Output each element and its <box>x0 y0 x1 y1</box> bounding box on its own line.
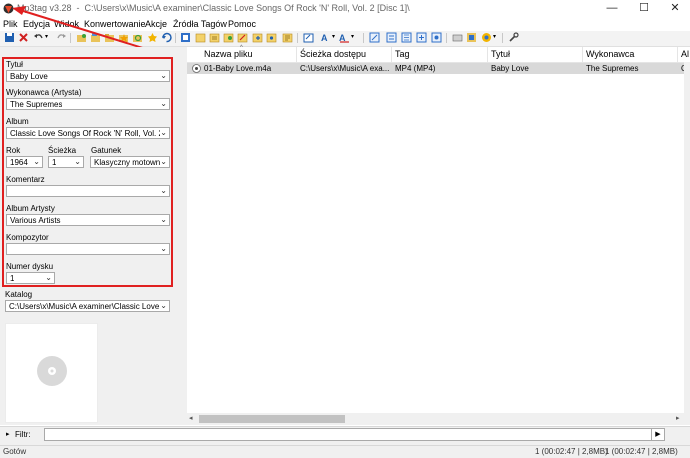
tools-icon[interactable] <box>508 32 519 43</box>
status-ready: Gotów <box>3 447 27 456</box>
toolbar-separator <box>70 33 71 43</box>
web-dropdown-icon[interactable]: ▾ <box>493 33 496 40</box>
cell-filename: 01-Baby Love.m4a <box>204 64 272 73</box>
play-icon: ▶ <box>655 431 661 438</box>
favorites-icon[interactable] <box>118 32 129 43</box>
filter-apply-button[interactable]: ▶ <box>651 428 665 441</box>
status-selected: 1 (00:02:47 | 2,8MB) <box>535 447 608 456</box>
undo-icon[interactable] <box>33 32 44 43</box>
minimize-button[interactable]: — <box>597 0 627 17</box>
delete-icon[interactable] <box>18 32 29 43</box>
close-button[interactable]: ✕ <box>660 0 690 17</box>
highlight-box <box>2 57 173 287</box>
cell-tag: MP4 (MP4) <box>395 64 436 73</box>
tag-tag-icon[interactable]: A <box>321 32 332 43</box>
app-title: Mp3tag v3.28 <box>17 3 72 13</box>
directory-field[interactable]: C:\Users\x\Music\A examiner\Classic Love… <box>5 300 170 312</box>
filter-icon[interactable] <box>401 32 412 43</box>
directory-label: Katalog <box>5 290 33 299</box>
column-divider[interactable] <box>296 47 297 62</box>
menu-edit[interactable]: Edycja <box>23 19 50 29</box>
column-divider[interactable] <box>391 47 392 62</box>
file-list[interactable] <box>187 47 690 425</box>
web-icon[interactable] <box>481 32 492 43</box>
actions-icon[interactable] <box>431 32 442 43</box>
status-total: 1 (00:02:47 | 2,8MB) <box>605 447 678 456</box>
column-divider[interactable] <box>487 47 488 62</box>
filter-side-icon[interactable]: ▸ <box>6 430 10 438</box>
menu-help[interactable]: Pomoc <box>228 19 256 29</box>
menu-view[interactable]: Widok <box>54 19 79 29</box>
column-divider[interactable] <box>582 47 583 62</box>
column-header[interactable]: Tytuł <box>491 49 510 59</box>
menu-file[interactable]: Plik <box>3 19 18 29</box>
cell-artist: The Supremes <box>586 64 639 73</box>
text-tag-icon[interactable] <box>303 32 314 43</box>
add-dir-icon[interactable] <box>90 32 101 43</box>
toolbar-separator <box>363 33 364 43</box>
column-header[interactable]: Ścieżka dostępu <box>300 49 366 59</box>
app-icon <box>3 3 14 14</box>
toolbar-separator <box>175 33 176 43</box>
change-dir-icon[interactable] <box>76 32 87 43</box>
svg-text:A: A <box>321 33 328 43</box>
case-dropdown-icon[interactable]: ▾ <box>332 33 335 40</box>
redo-icon[interactable] <box>56 32 67 43</box>
column-header[interactable]: Wykonawca <box>586 49 634 59</box>
globe-icon[interactable] <box>369 32 380 43</box>
directory-value: C:\Users\x\Music\A examiner\Classic Love… <box>9 302 159 311</box>
cd-icon <box>37 356 67 386</box>
scroll-left-icon[interactable]: ◂ <box>189 414 193 422</box>
filter-input[interactable] <box>44 428 660 441</box>
toolbar-separator <box>297 33 298 43</box>
folder-add-icon[interactable] <box>180 32 191 43</box>
toolbar-separator <box>502 33 503 43</box>
filter-label: Filtr: <box>15 430 31 439</box>
cell-path: C:\Users\x\Music\A exa... <box>300 64 389 73</box>
column-header[interactable]: Nazwa pliku <box>204 49 253 59</box>
audio-file-icon <box>192 64 201 73</box>
export-icon[interactable] <box>252 32 263 43</box>
maximize-button[interactable]: ☐ <box>629 0 659 17</box>
chevron-down-icon[interactable]: ⌄ <box>160 301 167 310</box>
freedb-icon[interactable]: A <box>339 32 350 43</box>
column-header[interactable]: Tag <box>395 49 410 59</box>
folder-tree-icon[interactable] <box>195 32 206 43</box>
undo-dropdown-icon[interactable]: ▾ <box>45 33 48 40</box>
folder-icon[interactable] <box>104 32 115 43</box>
folder-open-icon[interactable] <box>161 32 172 43</box>
list-icon[interactable] <box>416 32 427 43</box>
playlist-icon[interactable] <box>209 32 220 43</box>
refresh-icon[interactable] <box>132 32 143 43</box>
scrollbar-thumb[interactable] <box>199 415 345 423</box>
menu-actions[interactable]: Akcje <box>145 19 167 29</box>
save-tag-icon[interactable] <box>147 32 158 43</box>
tag-filename-icon[interactable] <box>266 32 277 43</box>
tag-icon[interactable] <box>223 32 234 43</box>
window-title: Mp3tag v3.28 - C:\Users\x\Music\A examin… <box>17 3 410 13</box>
filename-tag-icon[interactable] <box>282 32 293 43</box>
window-path: C:\Users\x\Music\A examiner\Classic Love… <box>84 3 410 13</box>
column-header[interactable]: Al <box>681 49 689 59</box>
cell-title: Baby Love <box>491 64 529 73</box>
cover-icon[interactable] <box>466 32 477 43</box>
scroll-right-icon[interactable]: ▸ <box>676 414 680 422</box>
save-icon[interactable] <box>4 32 15 43</box>
menu-tag-sources[interactable]: Źródła Tagów <box>173 19 227 29</box>
toolbar-separator <box>446 33 447 43</box>
column-divider[interactable] <box>677 47 678 62</box>
cover-art[interactable] <box>5 323 98 423</box>
vertical-scrollbar[interactable] <box>684 62 690 413</box>
menu-convert[interactable]: Konwertowanie <box>84 19 146 29</box>
text-case-icon[interactable] <box>237 32 248 43</box>
library-icon[interactable] <box>452 32 463 43</box>
discogs-icon[interactable] <box>386 32 397 43</box>
freedb-dropdown-icon[interactable]: ▾ <box>351 33 354 40</box>
